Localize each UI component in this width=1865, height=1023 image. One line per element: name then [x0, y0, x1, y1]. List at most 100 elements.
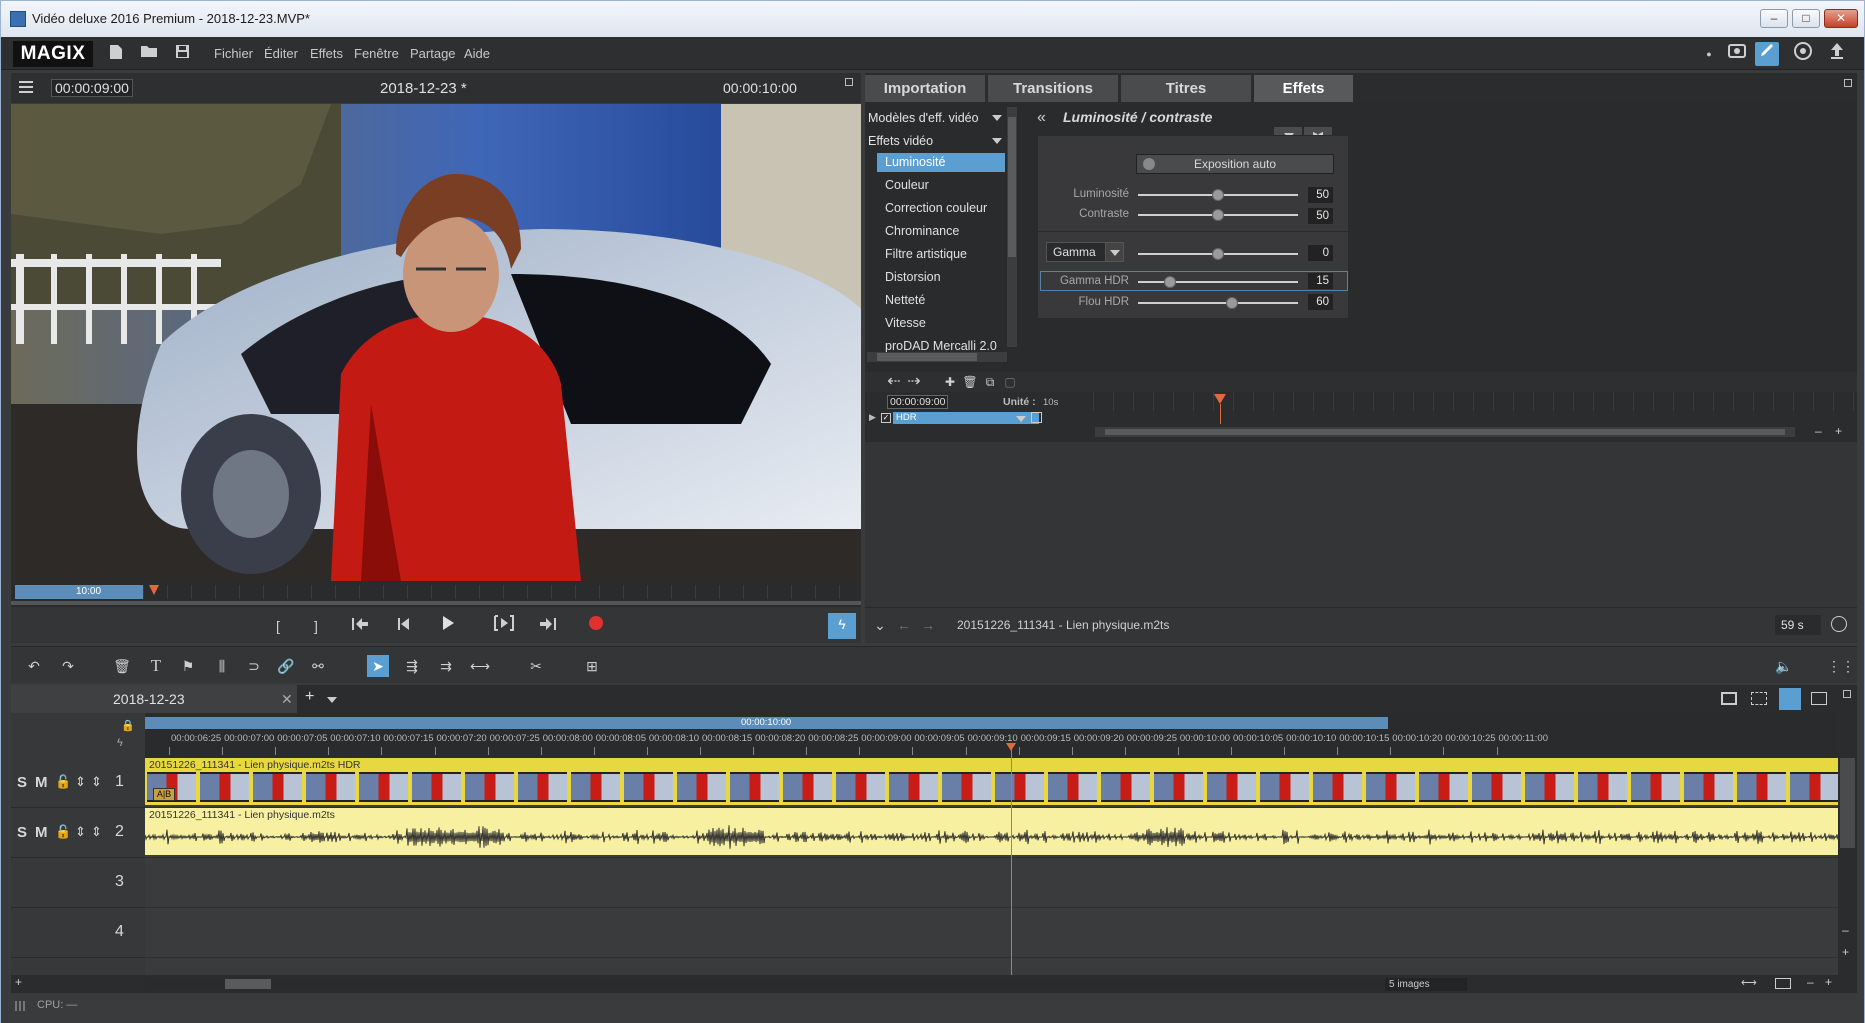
go-to-end-icon[interactable] [537, 615, 559, 637]
chevron-down-icon[interactable] [1016, 416, 1026, 422]
add-project-tab-icon[interactable]: + [305, 688, 314, 706]
audio-clip[interactable]: 20151226_111341 - Lien physique.m2ts [145, 808, 1838, 855]
exposition-auto-button[interactable]: Exposition auto [1136, 154, 1334, 174]
screen-layout-icon[interactable] [1725, 42, 1749, 66]
tree-item-chrominance[interactable]: Chrominance [877, 222, 1005, 241]
timeline-ruler[interactable]: 00:00:10:00 00:00:06:25 00:00:07:00 00:00:… [145, 713, 1838, 758]
video-clip[interactable]: 20151226_111341 - Lien physique.m2ts HDR… [145, 758, 1839, 805]
pointer-tool-icon[interactable]: ➤ [367, 655, 389, 677]
previous-frame-icon[interactable] [393, 615, 415, 637]
tab-importation[interactable]: Importation [865, 75, 985, 102]
expand-arrow-icon[interactable]: ▶ [869, 412, 879, 424]
go-to-start-icon[interactable] [349, 615, 371, 637]
hamburger-menu-icon[interactable] [19, 80, 33, 94]
track-row-3[interactable] [145, 858, 1838, 908]
ripple-select-icon[interactable]: ⇶ [401, 655, 423, 677]
menu-effets[interactable]: Effets [310, 46, 343, 61]
mark-in-button[interactable]: [ [267, 615, 289, 637]
play-button-icon[interactable] [437, 615, 459, 637]
tab-titres[interactable]: Titres [1121, 75, 1251, 102]
stretch-tool-icon[interactable]: ⟷ [469, 655, 491, 677]
split-clip-icon[interactable]: ⫼ [211, 655, 233, 677]
forward-arrow-icon[interactable]: → [917, 614, 939, 636]
timeline-undock-icon[interactable] [1843, 690, 1851, 698]
storyboard-view-icon[interactable] [1721, 692, 1737, 705]
ungroup-icon[interactable]: ⊃ [243, 655, 265, 677]
tree-item-couleur[interactable]: Couleur [877, 176, 1005, 195]
clip-duration-field[interactable]: 59 s [1775, 615, 1821, 635]
previous-keyframe-icon[interactable]: ⇠ [883, 371, 905, 393]
keyframe-scrollbar[interactable] [1095, 427, 1795, 437]
fit-project-icon[interactable] [1775, 978, 1791, 989]
seek-scrollbar[interactable] [11, 601, 861, 605]
close-button[interactable]: ✕ [1824, 9, 1858, 28]
slider-thumb[interactable] [1226, 297, 1238, 309]
collapse-chevrons-icon[interactable]: ⌄ [869, 614, 891, 636]
tree-header-models[interactable]: Modèles d'eff. vidéo [868, 111, 979, 125]
menu-fichier[interactable]: Fichier [214, 46, 253, 61]
tree-item-filtre-artistique[interactable]: Filtre artistique [877, 245, 1005, 264]
open-folder-icon[interactable] [140, 44, 158, 62]
preview-seek-bar[interactable]: 10:00 [11, 581, 861, 607]
gamma-slider[interactable] [1138, 247, 1298, 261]
chevron-down-icon[interactable] [992, 115, 1002, 121]
disc-burn-icon[interactable] [1791, 42, 1815, 66]
flou-hdr-slider[interactable] [1138, 296, 1298, 310]
panel-undock-icon[interactable] [1844, 79, 1852, 87]
keyframe-zoom-out-icon[interactable]: – [1815, 424, 1822, 438]
menu-aide[interactable]: Aide [464, 46, 490, 61]
timeline-view-icon[interactable] [1779, 688, 1801, 710]
track-height-icon[interactable]: ⇕ [75, 824, 86, 840]
lock-track-icon[interactable]: 🔓 [55, 774, 71, 790]
tree-scrollbar[interactable] [1007, 107, 1017, 347]
luminosite-slider[interactable] [1138, 188, 1298, 202]
undo-icon[interactable]: ↶ [23, 655, 45, 677]
undock-icon[interactable] [845, 78, 853, 86]
solo-button[interactable]: S [17, 824, 27, 841]
vertical-zoom-out-icon[interactable]: – [1842, 923, 1849, 937]
paste-keyframe-icon[interactable]: ▢ [999, 371, 1021, 393]
gamma-hdr-value[interactable]: 15 [1308, 273, 1333, 289]
copy-keyframe-icon[interactable]: ⧉ [979, 371, 1001, 393]
gamma-hdr-slider[interactable] [1138, 275, 1298, 289]
zoom-out-icon[interactable]: – [1807, 975, 1814, 989]
slider-thumb[interactable] [1164, 276, 1176, 288]
close-tab-icon[interactable]: ✕ [281, 685, 293, 713]
zoom-in-icon[interactable]: + [1825, 975, 1832, 989]
add-keyframe-icon[interactable]: ✚ [939, 371, 961, 393]
save-icon[interactable] [173, 44, 191, 62]
solo-button[interactable]: S [17, 774, 27, 791]
insert-mode-icon[interactable]: ⊞ [581, 655, 603, 677]
tab-effets[interactable]: Effets [1254, 75, 1353, 102]
keyframe-timecode[interactable]: 00:00:09:00 [887, 395, 949, 409]
lock-all-icon[interactable]: 🔒 [121, 719, 135, 732]
chevron-down-icon[interactable] [327, 697, 337, 703]
track-row-4[interactable] [145, 908, 1838, 958]
seek-marker-icon[interactable] [149, 585, 159, 595]
track-volume-icon[interactable]: ⇕ [91, 774, 102, 790]
mixer-view-icon[interactable] [1811, 692, 1827, 705]
next-marker-icon[interactable] [493, 615, 515, 637]
slider-thumb[interactable] [1212, 248, 1224, 260]
delete-keyframe-icon[interactable]: 🗑 [959, 371, 981, 393]
delete-icon[interactable]: 🗑 [111, 655, 133, 677]
title-text-icon[interactable]: T [145, 655, 167, 677]
mute-button[interactable]: M [35, 824, 48, 841]
minimize-button[interactable]: – [1760, 9, 1788, 28]
keyframe-ruler[interactable] [1093, 392, 1857, 411]
mark-out-button[interactable]: ] [305, 615, 327, 637]
tree-item-nettete[interactable]: Netteté [877, 291, 1005, 310]
keyframe-zoom-in-icon[interactable]: + [1835, 424, 1842, 438]
edit-mode-icon[interactable] [1755, 42, 1779, 66]
new-file-icon[interactable] [107, 44, 125, 62]
hdr-checkbox[interactable]: ✓ [881, 413, 891, 423]
tree-header-video-effects[interactable]: Effets vidéo [868, 134, 933, 148]
project-tab[interactable]: 2018-12-23 ✕ [11, 685, 297, 713]
lock-track-icon[interactable]: 🔓 [55, 824, 71, 840]
tree-item-vitesse[interactable]: Vitesse [877, 314, 1005, 333]
link-icon[interactable]: 🔗 [275, 655, 297, 677]
timeline-playhead[interactable] [1006, 743, 1016, 975]
keyframe-options-icon[interactable] [1031, 412, 1042, 423]
slider-thumb[interactable] [1212, 189, 1224, 201]
mute-button[interactable]: M [35, 774, 48, 791]
